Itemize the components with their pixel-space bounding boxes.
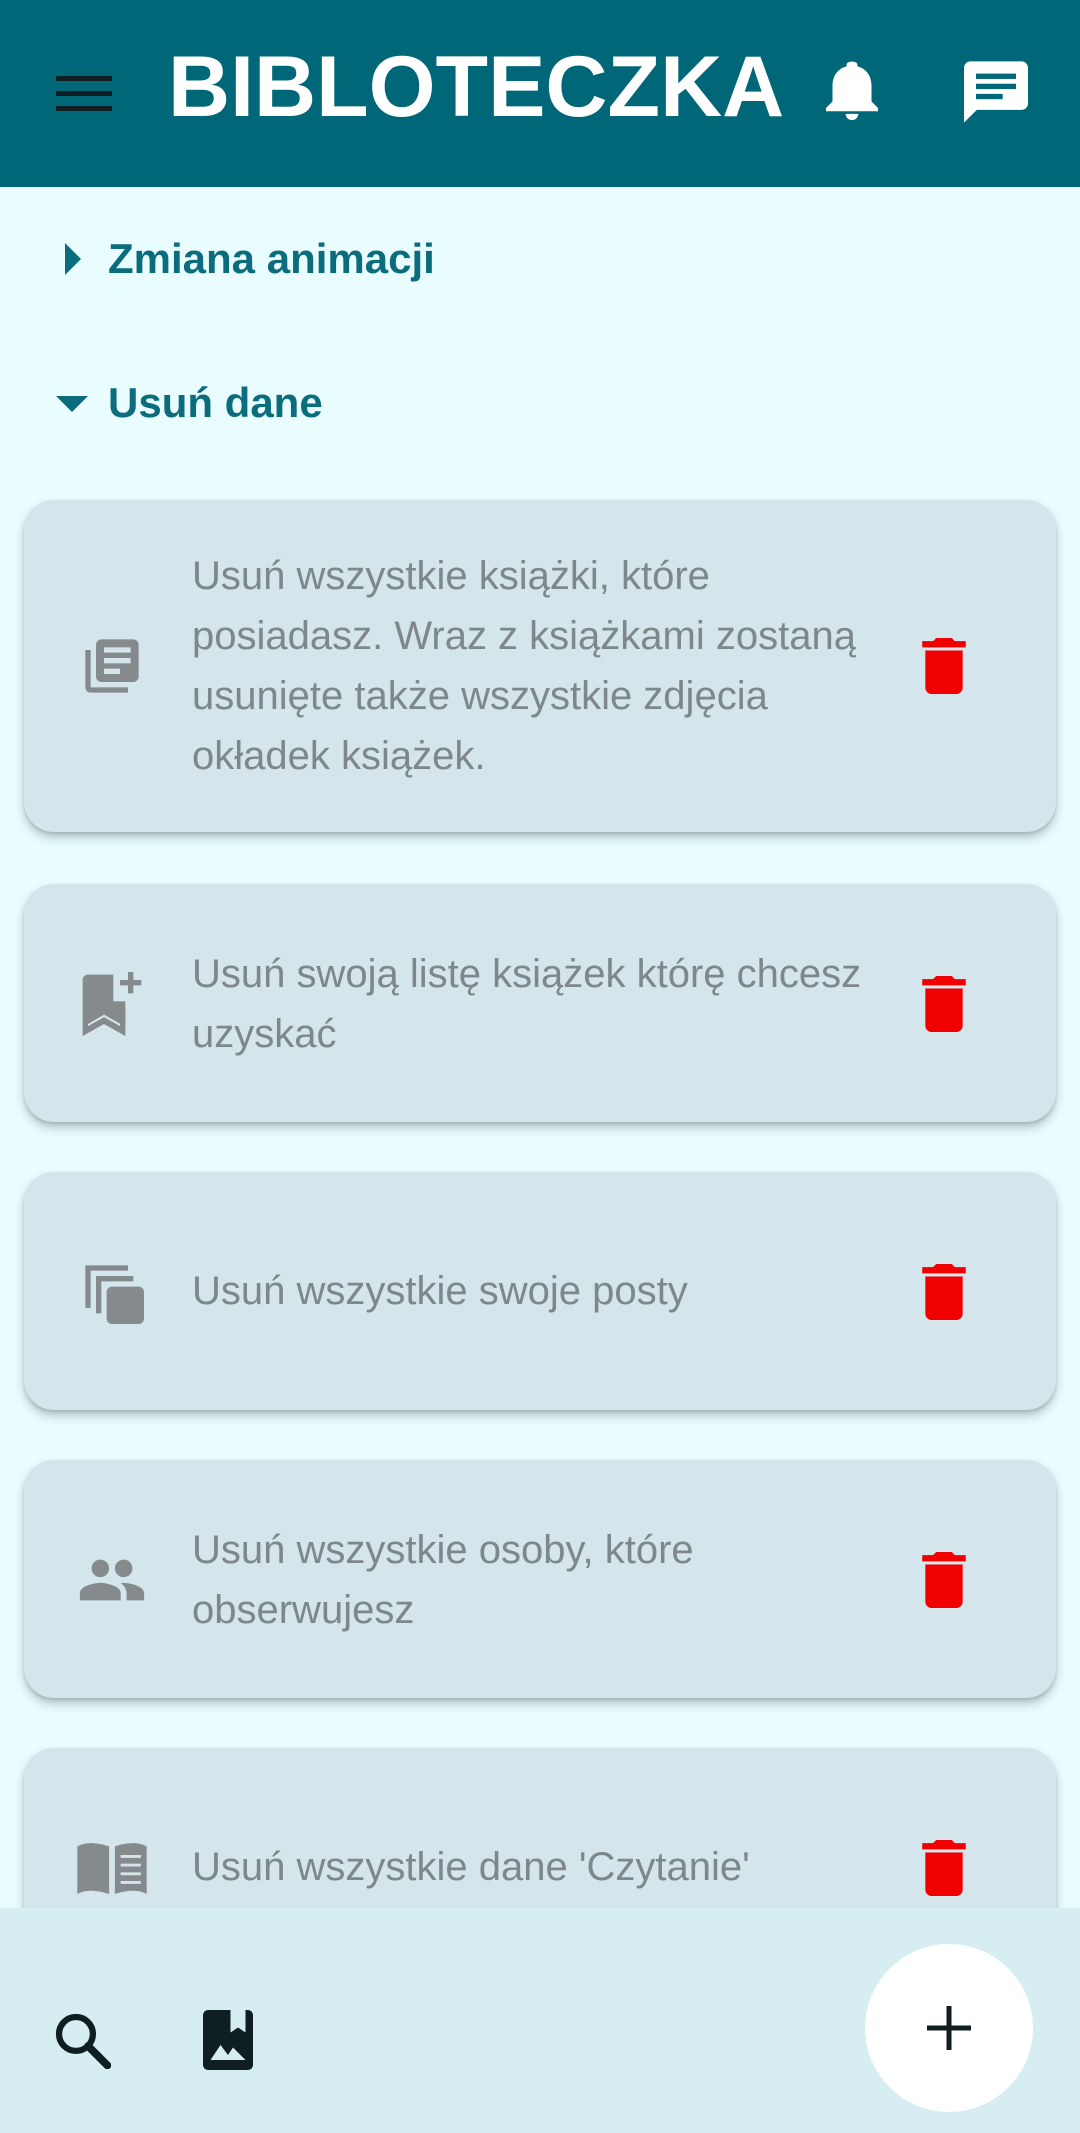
section-animation-change[interactable]: Zmiana animacji xyxy=(0,214,1080,304)
library-books-icon xyxy=(72,626,152,706)
caret-down-icon xyxy=(54,385,90,421)
trash-icon xyxy=(922,976,966,1032)
delete-posts-button[interactable] xyxy=(904,1252,984,1332)
card-text: Usuń wszystkie swoje posty xyxy=(192,1269,688,1313)
delete-following-button[interactable] xyxy=(904,1540,984,1620)
section-delete-data[interactable]: Usuń dane xyxy=(0,358,1080,448)
bell-icon xyxy=(826,61,878,121)
trash-icon xyxy=(922,1264,966,1320)
delete-following-card: Usuń wszystkie osoby, które obserwujesz xyxy=(24,1460,1056,1698)
search-button[interactable] xyxy=(42,2000,122,2080)
card-text: Usuń wszystkie książki, które posiadasz.… xyxy=(192,554,856,778)
delete-wishlist-card: Usuń swoją listę książek którę chcesz uz… xyxy=(24,884,1056,1122)
open-book-icon xyxy=(72,1828,152,1908)
delete-reading-button[interactable] xyxy=(904,1828,984,1908)
copy-icon xyxy=(72,1252,152,1332)
section-label: Usuń dane xyxy=(108,379,323,426)
card-text: Usuń swoją listę książek którę chcesz uz… xyxy=(192,952,862,1056)
plus-icon xyxy=(927,2006,971,2050)
people-icon xyxy=(72,1540,152,1620)
notifications-button[interactable] xyxy=(812,52,892,132)
add-button[interactable] xyxy=(865,1944,1033,2112)
trash-icon xyxy=(922,1840,966,1896)
app-bar: BIBLOTECZKA xyxy=(0,0,1080,187)
app-title: BIBLOTECZKA xyxy=(168,39,785,135)
menu-icon xyxy=(56,76,112,111)
bottom-app-bar xyxy=(0,1908,1080,2133)
delete-wishlist-button[interactable] xyxy=(904,964,984,1044)
bookmark-add-icon xyxy=(72,964,152,1044)
menu-button[interactable] xyxy=(44,54,124,134)
card-text: Usuń wszystkie dane 'Czytanie' xyxy=(192,1845,750,1889)
chat-icon xyxy=(964,61,1028,123)
search-icon xyxy=(55,2013,111,2069)
delete-books-button[interactable] xyxy=(904,626,984,706)
caret-right-icon xyxy=(54,241,90,277)
bookmark-image-icon xyxy=(203,2010,253,2070)
section-label: Zmiana animacji xyxy=(108,235,435,282)
delete-books-card: Usuń wszystkie książki, które posiadasz.… xyxy=(24,500,1056,832)
gallery-button[interactable] xyxy=(188,2000,268,2080)
trash-icon xyxy=(922,638,966,694)
delete-posts-card: Usuń wszystkie swoje posty xyxy=(24,1172,1056,1410)
card-text: Usuń wszystkie osoby, które obserwujesz xyxy=(192,1528,694,1632)
trash-icon xyxy=(922,1552,966,1608)
messages-button[interactable] xyxy=(954,50,1038,134)
